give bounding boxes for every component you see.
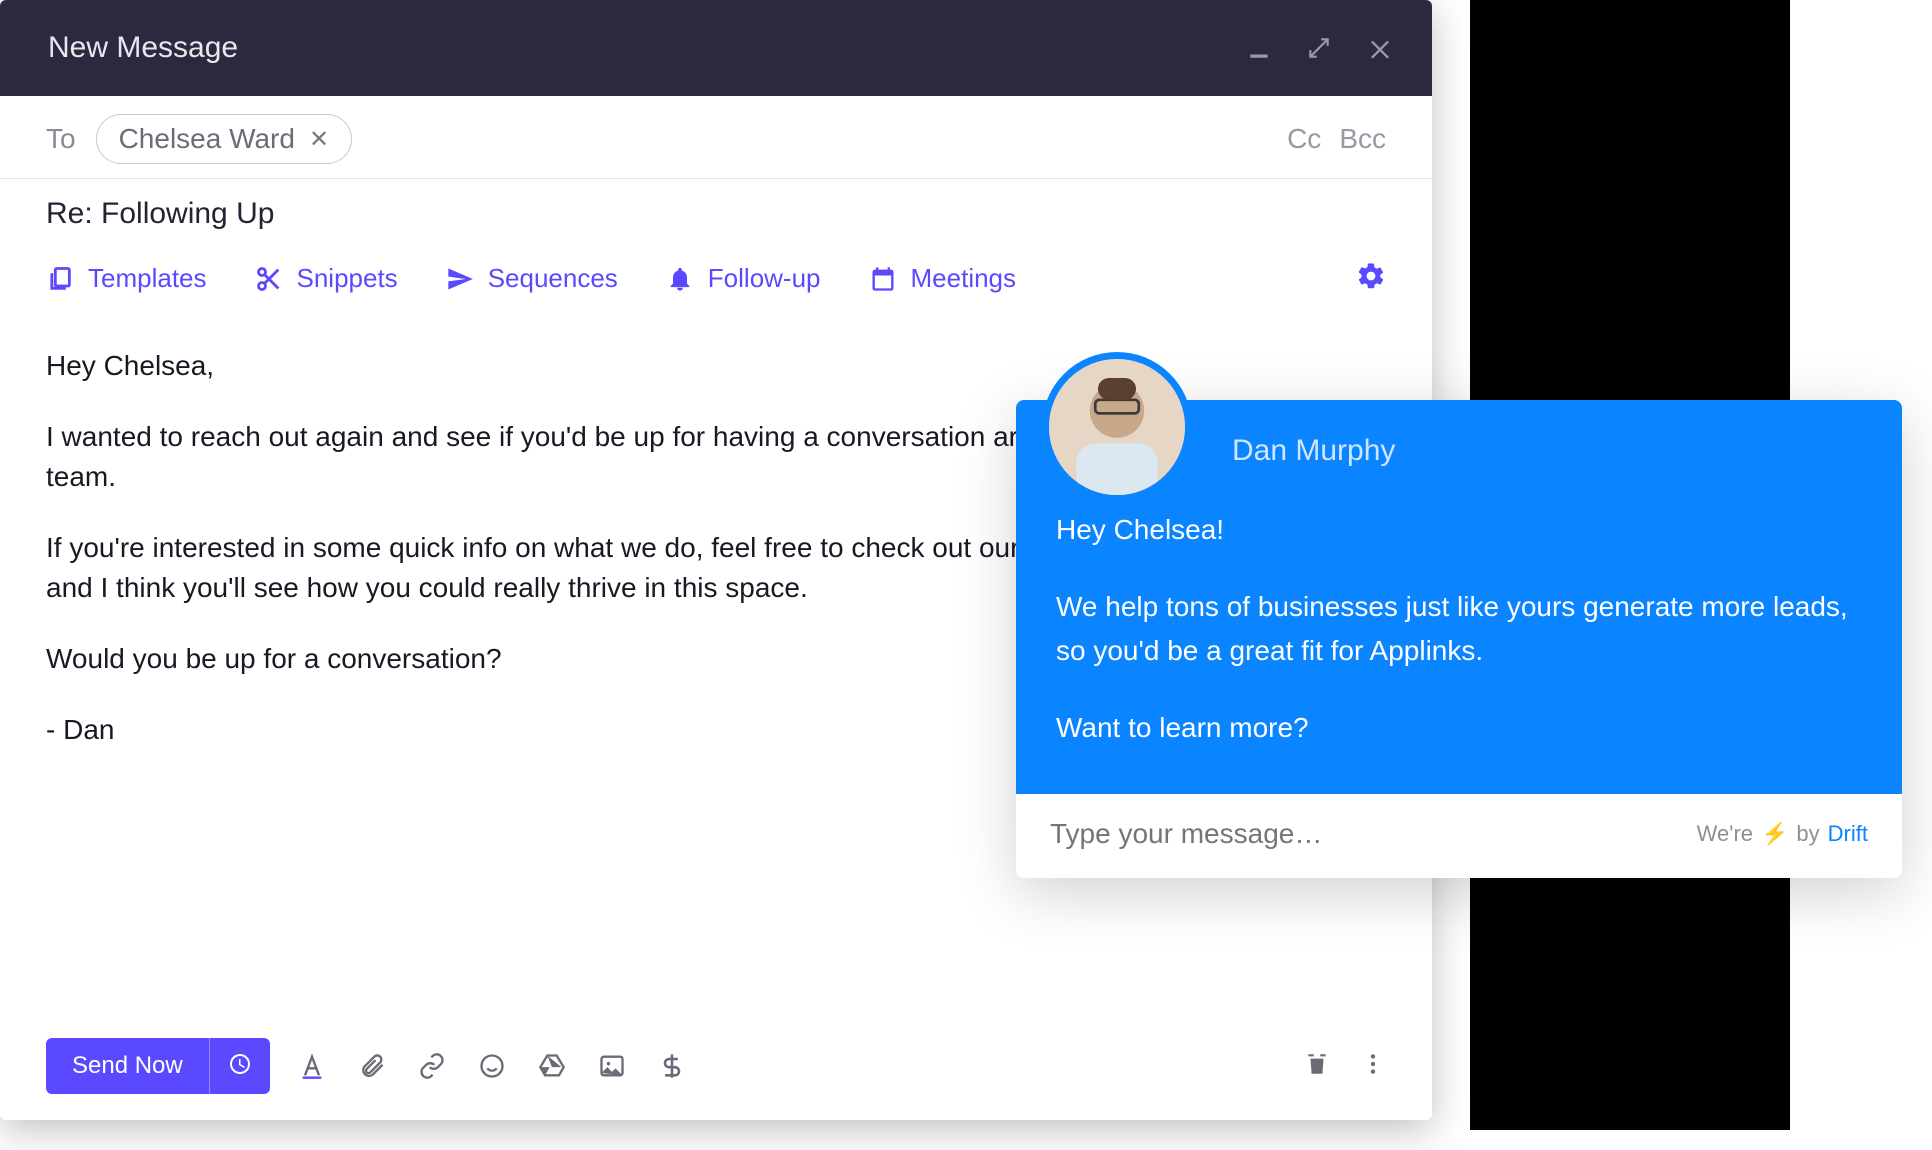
minimize-icon[interactable] bbox=[1246, 35, 1272, 61]
drift-line1: Hey Chelsea! bbox=[1056, 508, 1862, 551]
text-format-button[interactable] bbox=[298, 1052, 326, 1080]
calendar-icon bbox=[869, 265, 897, 293]
window-title: New Message bbox=[48, 31, 238, 65]
body-p2-after: and I think you'll see how you could rea… bbox=[46, 572, 808, 603]
bolt-icon: ⚡ bbox=[1761, 821, 1788, 847]
format-icons bbox=[298, 1052, 686, 1080]
drift-foot-by: by bbox=[1796, 821, 1819, 847]
drift-sender-name: Dan Murphy bbox=[1232, 434, 1862, 468]
delete-button[interactable] bbox=[1304, 1051, 1330, 1082]
templates-label: Templates bbox=[88, 263, 207, 294]
drift-widget: Dan Murphy Hey Chelsea! We help tons of … bbox=[1016, 400, 1902, 878]
followup-label: Follow-up bbox=[708, 263, 821, 294]
send-group: Send Now bbox=[46, 1038, 270, 1094]
drift-brand-link[interactable]: Drift bbox=[1828, 821, 1868, 847]
subject-row: Re: Following Up bbox=[0, 179, 1432, 241]
close-icon[interactable] bbox=[1366, 34, 1394, 62]
drift-line2: We help tons of businesses just like you… bbox=[1056, 585, 1862, 672]
followup-button[interactable]: Follow-up bbox=[666, 263, 821, 294]
attach-button[interactable] bbox=[358, 1052, 386, 1080]
gear-icon bbox=[1356, 278, 1386, 295]
titlebar: New Message bbox=[0, 0, 1432, 96]
body-greeting: Hey Chelsea, bbox=[46, 346, 1386, 387]
sequences-button[interactable]: Sequences bbox=[446, 263, 618, 294]
expand-icon[interactable] bbox=[1306, 35, 1332, 61]
snippets-button[interactable]: Snippets bbox=[255, 263, 398, 294]
to-row: To Chelsea Ward ✕ Cc Bcc bbox=[0, 96, 1432, 179]
drive-button[interactable] bbox=[538, 1052, 566, 1080]
dollar-button[interactable] bbox=[658, 1052, 686, 1080]
recipient-name: Chelsea Ward bbox=[119, 123, 295, 155]
settings-button[interactable] bbox=[1356, 261, 1386, 296]
snippets-label: Snippets bbox=[297, 263, 398, 294]
bcc-button[interactable]: Bcc bbox=[1339, 123, 1386, 155]
clock-icon bbox=[228, 1052, 252, 1081]
scissors-icon bbox=[255, 265, 283, 293]
drift-foot-pre: We're bbox=[1697, 821, 1753, 847]
meetings-label: Meetings bbox=[911, 263, 1017, 294]
titlebar-actions bbox=[1246, 34, 1394, 62]
remove-recipient-icon[interactable]: ✕ bbox=[309, 125, 329, 154]
meetings-button[interactable]: Meetings bbox=[869, 263, 1017, 294]
to-label: To bbox=[46, 123, 76, 155]
compose-footer: Send Now bbox=[0, 1020, 1432, 1120]
drift-line3: Want to learn more? bbox=[1056, 706, 1862, 749]
drift-input-row: We're ⚡ by Drift bbox=[1016, 794, 1902, 878]
compose-toolbar: Templates Snippets Sequences Follow-up bbox=[0, 241, 1432, 316]
link-button[interactable] bbox=[418, 1052, 446, 1080]
cc-button[interactable]: Cc bbox=[1287, 123, 1321, 155]
emoji-button[interactable] bbox=[478, 1052, 506, 1080]
footer-right bbox=[1304, 1051, 1386, 1082]
subject-field[interactable]: Re: Following Up bbox=[46, 197, 1386, 231]
bell-icon bbox=[666, 265, 694, 293]
body-p2-before: If you're interested in some quick info … bbox=[46, 532, 1027, 563]
recipient-chip[interactable]: Chelsea Ward ✕ bbox=[96, 114, 352, 164]
send-icon bbox=[446, 265, 474, 293]
drift-message-input[interactable] bbox=[1050, 818, 1697, 850]
drift-message: Hey Chelsea! We help tons of businesses … bbox=[1056, 508, 1862, 750]
image-button[interactable] bbox=[598, 1052, 626, 1080]
drift-footer: We're ⚡ by Drift bbox=[1697, 821, 1868, 847]
templates-button[interactable]: Templates bbox=[46, 263, 207, 294]
schedule-send-button[interactable] bbox=[209, 1038, 270, 1094]
sequences-label: Sequences bbox=[488, 263, 618, 294]
avatar bbox=[1042, 352, 1192, 502]
templates-icon bbox=[46, 265, 74, 293]
more-button[interactable] bbox=[1360, 1051, 1386, 1082]
send-now-button[interactable]: Send Now bbox=[46, 1038, 209, 1094]
